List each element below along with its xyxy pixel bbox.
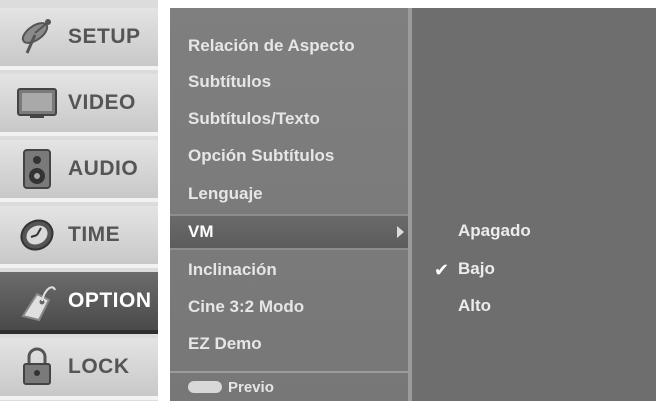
category-lock[interactable]: LOCK xyxy=(0,338,158,400)
option-menu: Relación de Aspecto Subtítulos Subtítulo… xyxy=(170,8,412,401)
category-label: SETUP xyxy=(68,25,141,48)
clock-icon xyxy=(12,213,62,257)
menu-item-label: EZ Demo xyxy=(188,334,262,353)
submenu-item-off[interactable]: Apagado xyxy=(412,213,656,249)
menu-key-icon xyxy=(188,381,222,393)
menu-item-label: Opción Subtítulos xyxy=(188,146,335,165)
menu-item-ez-demo[interactable]: EZ Demo xyxy=(170,326,408,362)
satellite-dish-icon xyxy=(12,15,62,59)
menu-item-subtitles-text[interactable]: Subtítulos/Texto xyxy=(170,101,408,137)
submenu-item-label: Apagado xyxy=(458,221,531,240)
previous-label: Previo xyxy=(228,378,274,396)
submenu-item-label: Bajo xyxy=(458,259,495,278)
category-time[interactable]: TIME xyxy=(0,206,158,268)
monitor-icon xyxy=(12,81,62,125)
menu-item-label: Inclinación xyxy=(188,260,277,279)
menu-item-label: VM xyxy=(188,222,214,241)
padlock-icon xyxy=(12,345,62,389)
menu-item-tilt[interactable]: Inclinación xyxy=(170,252,408,288)
menu-item-label: Relación de Aspecto xyxy=(188,36,355,55)
top-gap xyxy=(158,0,656,8)
menu-item-cinema-3-2[interactable]: Cine 3:2 Modo xyxy=(170,289,408,325)
category-label: VIDEO xyxy=(68,91,136,114)
category-audio[interactable]: AUDIO xyxy=(0,140,158,202)
category-option[interactable]: OPTION xyxy=(0,272,158,334)
category-label: LOCK xyxy=(68,355,130,378)
menu-item-label: Cine 3:2 Modo xyxy=(188,297,305,316)
menu-item-aspect-ratio[interactable]: Relación de Aspecto xyxy=(170,28,408,64)
category-label: OPTION xyxy=(68,289,152,312)
category-label: AUDIO xyxy=(68,157,139,180)
category-setup[interactable]: SETUP xyxy=(0,8,158,70)
tag-icon xyxy=(12,279,62,323)
speaker-icon xyxy=(12,147,62,191)
submenu-item-label: Alto xyxy=(458,296,492,315)
menu-item-vm[interactable]: VM xyxy=(170,214,408,250)
vm-submenu: Apagado ✔ Bajo Alto xyxy=(412,8,656,401)
menu-item-subtitles[interactable]: Subtítulos xyxy=(170,64,408,100)
category-sidebar: SETUP VIDEO AUDIO TIME OPTION LOCK xyxy=(0,0,164,401)
checkmark-icon: ✔ xyxy=(434,260,450,280)
menu-item-label: Lenguaje xyxy=(188,184,263,203)
submenu-arrow-icon xyxy=(397,226,404,238)
submenu-item-low[interactable]: ✔ Bajo xyxy=(412,251,656,287)
menu-item-label: Subtítulos/Texto xyxy=(188,109,320,128)
menu-item-language[interactable]: Lenguaje xyxy=(170,176,408,212)
submenu-item-high[interactable]: Alto xyxy=(412,288,656,324)
menu-item-subtitle-option[interactable]: Opción Subtítulos xyxy=(170,138,408,174)
category-video[interactable]: VIDEO xyxy=(0,74,158,136)
category-label: TIME xyxy=(68,223,121,246)
previous-hint[interactable]: Previo xyxy=(170,371,408,401)
menu-item-label: Subtítulos xyxy=(188,72,272,91)
